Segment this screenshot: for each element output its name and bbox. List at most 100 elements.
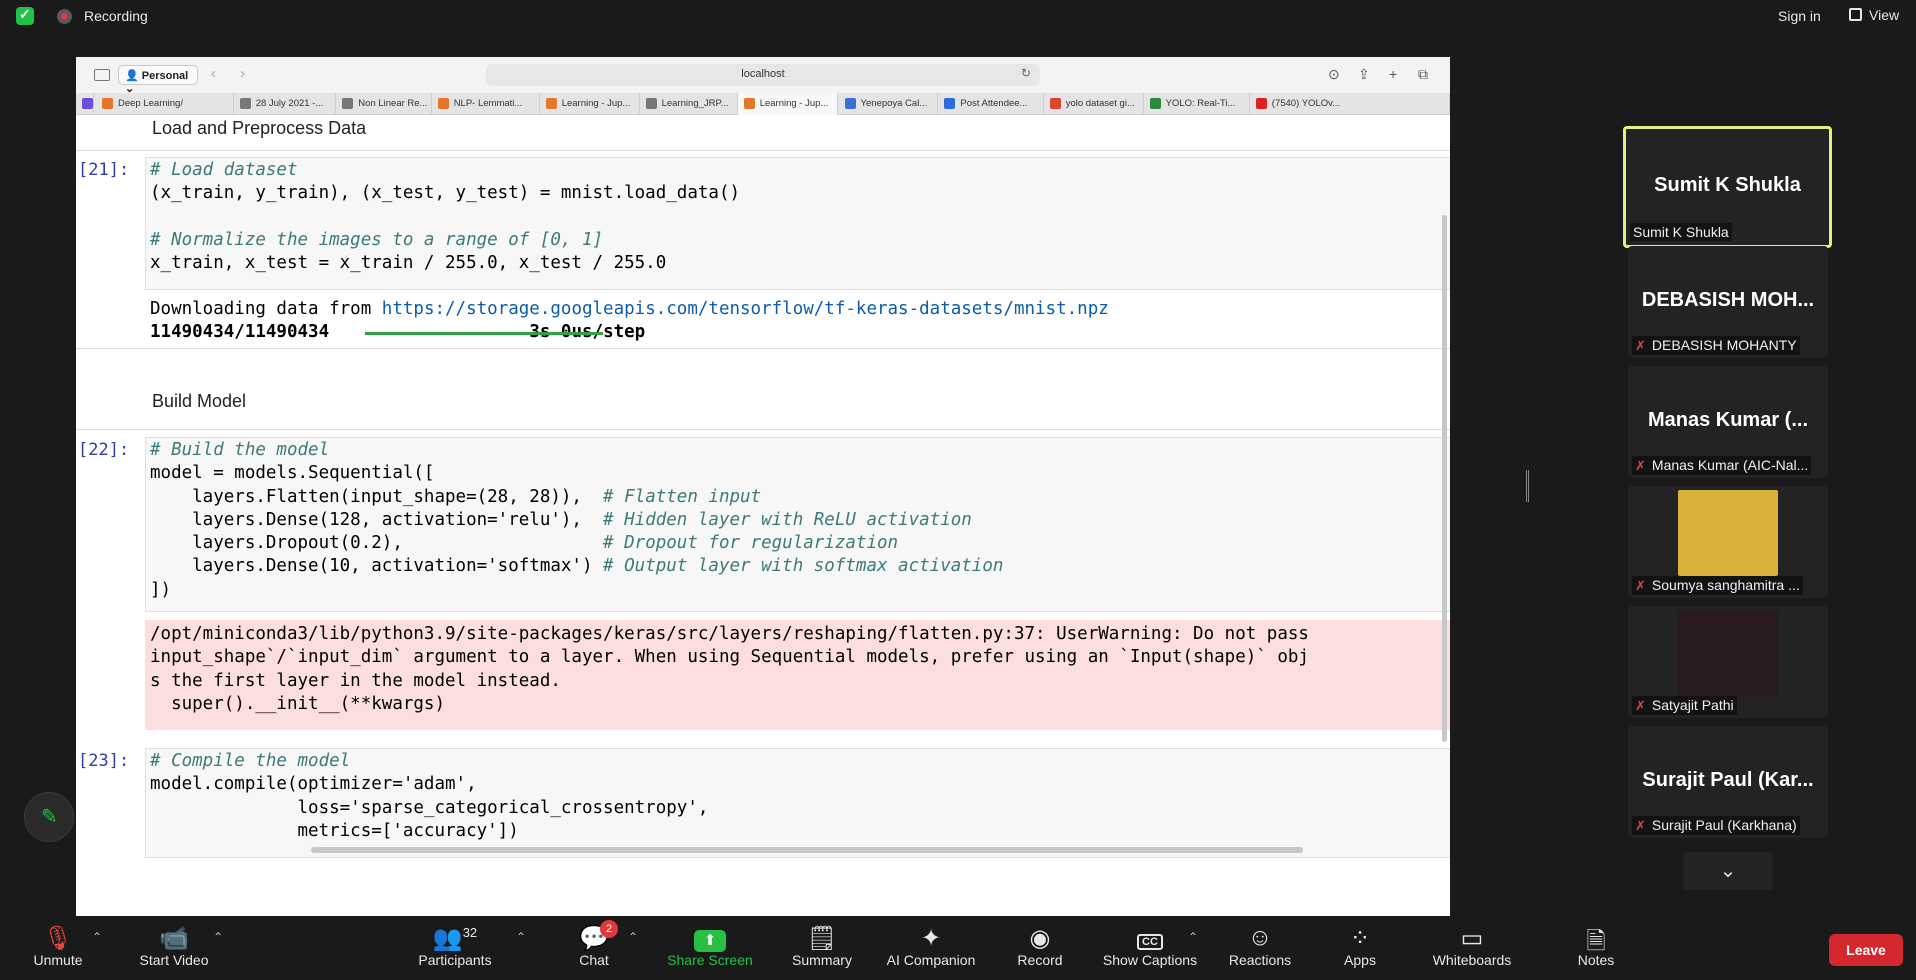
code-cell-23-source[interactable]: # Compile the model model.compile(optimi… xyxy=(150,750,708,843)
shared-screen: 👤 Personal ⌄ ‹ › localhost ↻ ⊙ ⇪ + ⧉ Dee… xyxy=(76,57,1450,916)
summary-button[interactable]: 🗒 Summary xyxy=(784,916,860,980)
downloads-icon[interactable]: ⊙ xyxy=(1328,66,1340,83)
tab-12[interactable]: (7540) YOLOv... xyxy=(1250,93,1450,115)
tab-9[interactable]: Post Attendee... xyxy=(938,93,1044,115)
output-text: Downloading data from xyxy=(150,299,382,319)
tab-bar: Deep Learning/28 July 2021 -... Non Linea… xyxy=(76,93,1450,115)
apps-button[interactable]: ⁘ Apps xyxy=(1330,916,1390,980)
captions-caret-icon[interactable]: ⌃ xyxy=(1188,930,1198,944)
unmute-label: Unmute xyxy=(33,952,83,968)
tab-2[interactable]: 28 July 2021 -... xyxy=(234,93,337,115)
tab-pinned[interactable] xyxy=(80,93,94,115)
security-shield-icon[interactable] xyxy=(16,6,34,25)
view-button[interactable]: View xyxy=(1869,7,1899,23)
tab-3[interactable]: Non Linear Re... xyxy=(336,93,432,115)
whiteboards-button[interactable]: ▭ Whiteboards xyxy=(1424,916,1520,980)
code-comment: # Load dataset xyxy=(150,160,298,180)
ai-companion-button[interactable]: ✦ AI Companion xyxy=(880,916,982,980)
forward-arrow-icon[interactable]: › xyxy=(240,65,245,82)
notes-button[interactable]: 🗎 Notes xyxy=(1568,916,1624,980)
tab-favicon-icon xyxy=(239,98,251,109)
reload-icon[interactable]: ↻ xyxy=(1021,66,1031,80)
code-cell-22-source[interactable]: # Build the model model = models.Sequent… xyxy=(150,439,1003,602)
apps-label: Apps xyxy=(1344,952,1376,968)
dataset-link[interactable]: https://storage.googleapis.com/tensorflo… xyxy=(382,299,1109,319)
reactions-button[interactable]: ☺ Reactions xyxy=(1222,916,1298,980)
participant-name: DEBASISH MOHANTY xyxy=(1651,337,1797,353)
participant-tile[interactable]: Manas Kumar (... ✗ Manas Kumar (AIC-Nal... xyxy=(1628,366,1828,478)
new-tab-icon[interactable]: + xyxy=(1389,66,1397,82)
jupyter-notebook: Load and Preprocess Data [21]: # Load da… xyxy=(76,115,1450,916)
horizontal-scrollbar[interactable] xyxy=(311,847,1303,853)
participant-tile[interactable]: Sumit K Shukla Sumit K Shukla xyxy=(1623,126,1832,248)
chat-badge: 2 xyxy=(600,920,618,938)
share-screen-button[interactable]: ⬆ Share Screen xyxy=(662,916,758,980)
participant-tile[interactable]: ✗ Soumya sanghamitra ... xyxy=(1628,486,1828,598)
chat-caret-icon[interactable]: ⌃ xyxy=(628,930,638,944)
tab-7[interactable]: Learning - Jup... xyxy=(737,93,839,115)
video-options-caret-icon[interactable]: ⌃ xyxy=(213,930,223,944)
code-line: (x_train, y_train), (x_test, y_test) = m… xyxy=(150,183,741,204)
warning-line: super().__init__(**kwargs) xyxy=(150,693,446,714)
tab-5[interactable]: Learning - Jup... xyxy=(540,93,640,115)
participant-tile[interactable]: ✗ Satyajit Pathi xyxy=(1628,606,1828,718)
profile-selector[interactable]: 👤 Personal ⌄ xyxy=(118,65,198,95)
tab-label: Post Attendee... xyxy=(960,98,1028,109)
heading-load-preprocess: Load and Preprocess Data xyxy=(152,118,367,138)
tab-10[interactable]: yolo dataset gi... xyxy=(1044,93,1144,115)
participants-caret-icon[interactable]: ⌃ xyxy=(516,930,526,944)
tab-favicon-icon xyxy=(437,98,449,109)
leave-button[interactable]: Leave xyxy=(1829,934,1903,966)
chevron-down-icon[interactable]: ⌄ xyxy=(1683,852,1773,890)
start-video-button[interactable]: 📹 Start Video xyxy=(128,916,220,980)
participant-display-name: Manas Kumar (... xyxy=(1647,409,1809,431)
code-comment: # Flatten input xyxy=(603,486,762,507)
divider xyxy=(76,150,1450,151)
show-captions-button[interactable]: CC Show Captions xyxy=(1096,916,1204,980)
unmute-button[interactable]: 🎙 Unmute xyxy=(20,916,96,980)
participant-tile[interactable]: Surajit Paul (Kar... ✗ Surajit Paul (Karkh… xyxy=(1628,726,1828,838)
mic-muted-icon: ✗ xyxy=(1635,458,1646,473)
participant-video xyxy=(1678,610,1778,696)
sign-in-link[interactable]: Sign in xyxy=(1778,8,1821,24)
address-bar[interactable]: localhost xyxy=(486,64,1040,86)
back-arrow-icon[interactable]: ‹ xyxy=(211,65,216,82)
record-icon: ◉ xyxy=(1029,925,1051,952)
tab-favicon-icon xyxy=(1255,98,1267,109)
mic-muted-icon: ✗ xyxy=(1635,578,1646,593)
tab-8[interactable]: Yenepoya Cal... xyxy=(839,93,939,115)
participants-label: Participants xyxy=(418,952,492,968)
share-screen-label: Share Screen xyxy=(667,952,753,968)
tab-1[interactable]: Deep Learning/ xyxy=(96,93,234,115)
whiteboards-label: Whiteboards xyxy=(1432,952,1512,968)
tab-11[interactable]: YOLO: Real-Ti... xyxy=(1144,93,1250,115)
annotate-pen-icon[interactable] xyxy=(24,792,74,842)
reactions-icon: ☺ xyxy=(1247,924,1273,951)
record-button[interactable]: ◉ Record xyxy=(1008,916,1072,980)
tab-4[interactable]: NLP- Lemmati... xyxy=(432,93,540,115)
participant-name-label: ✗ Soumya sanghamitra ... xyxy=(1632,576,1803,595)
code-cell-21-source[interactable]: # Load dataset (x_train, y_train), (x_te… xyxy=(150,159,740,275)
download-count: 11490434/11490434 xyxy=(150,322,330,343)
participant-tile[interactable]: DEBASISH MOH... ✗ DEBASISH MOHANTY xyxy=(1628,246,1828,358)
tab-favicon-icon xyxy=(743,98,755,109)
tab-6[interactable]: Learning_JRP... xyxy=(640,93,738,115)
record-label: Record xyxy=(1017,952,1063,968)
tab-label: Learning_JRP... xyxy=(661,98,729,109)
view-icon[interactable] xyxy=(1849,8,1862,21)
tab-overview-icon[interactable]: ⧉ xyxy=(1418,66,1428,83)
panel-resize-handle[interactable] xyxy=(1526,470,1529,502)
participants-button[interactable]: 👥32 Participants xyxy=(412,916,498,980)
participant-display-name: DEBASISH MOH... xyxy=(1641,289,1815,311)
participant-name-label: ✗ Surajit Paul (Karkhana) xyxy=(1632,816,1800,835)
ai-companion-label: AI Companion xyxy=(886,952,976,968)
code-comment: # Normalize the images to a range of [0,… xyxy=(150,229,604,250)
code-comment: # Dropout for regularization xyxy=(603,533,899,554)
vertical-scrollbar[interactable] xyxy=(1442,215,1447,742)
cc-label: CC xyxy=(1137,934,1163,950)
audio-options-caret-icon[interactable]: ⌃ xyxy=(92,930,102,944)
share-icon[interactable]: ⇪ xyxy=(1358,66,1370,83)
participant-video xyxy=(1678,490,1778,576)
code-line: loss='sparse_categorical_crossentropy', xyxy=(150,797,709,818)
sidebar-toggle-icon[interactable] xyxy=(94,69,110,81)
